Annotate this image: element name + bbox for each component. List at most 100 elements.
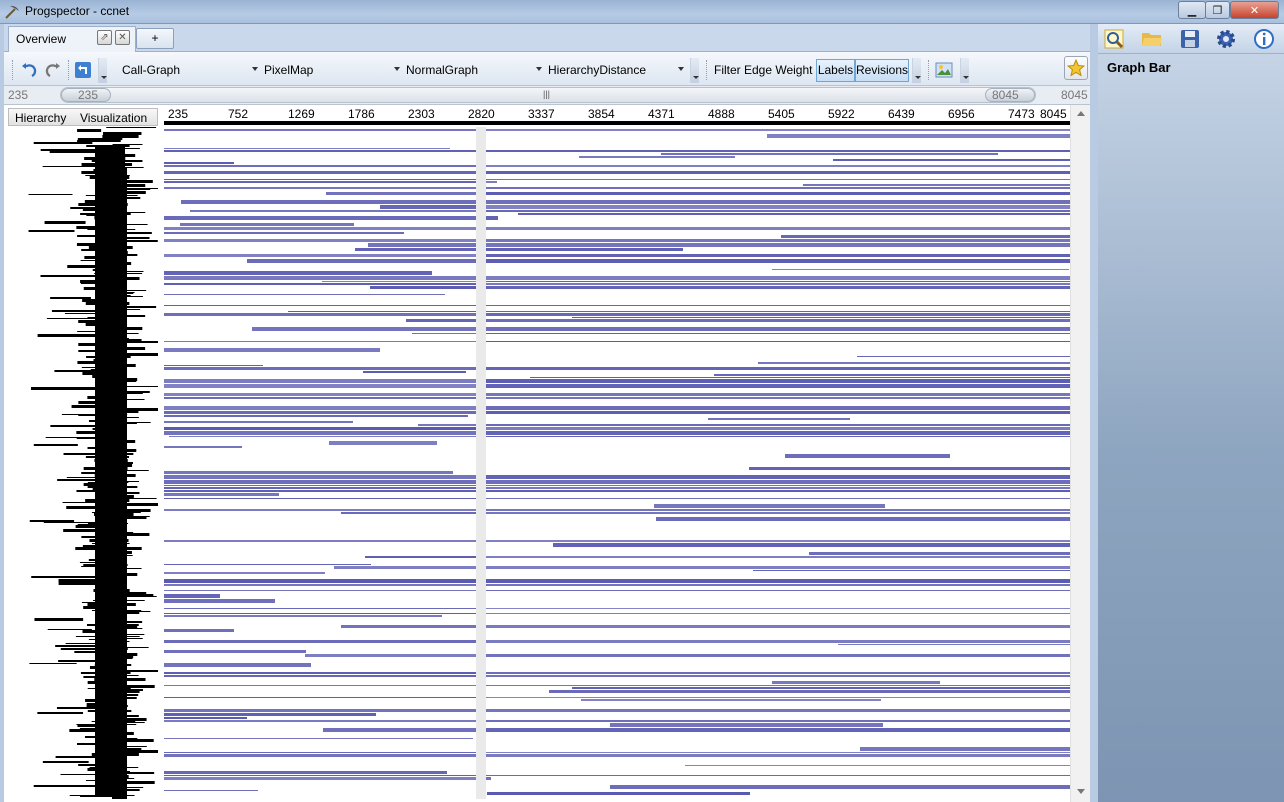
pixel-map-row[interactable] <box>164 187 476 189</box>
pixel-map-row[interactable] <box>164 608 476 609</box>
pixel-map-row[interactable] <box>833 159 1070 161</box>
pixel-map-row[interactable] <box>164 790 258 791</box>
pixel-map-row[interactable] <box>767 134 1070 138</box>
hierarchy-node[interactable] <box>47 629 92 630</box>
pixel-map-row[interactable] <box>247 259 476 263</box>
pixel-map-row[interactable] <box>530 377 1070 378</box>
toolbar-overflow-button[interactable] <box>960 58 969 83</box>
pixel-map-row[interactable] <box>412 333 476 334</box>
pixel-map-row[interactable] <box>572 317 1070 318</box>
pixel-map-row[interactable] <box>164 493 279 496</box>
save-icon[interactable] <box>1178 27 1202 51</box>
pixel-map-row[interactable] <box>164 475 476 479</box>
pixel-map-row[interactable] <box>164 367 476 370</box>
hierarchy-node[interactable] <box>102 135 139 138</box>
pixel-map-row[interactable] <box>486 709 1070 712</box>
pixel-map-row[interactable] <box>164 216 476 220</box>
pixel-map-row[interactable] <box>164 379 476 383</box>
pixel-map-row[interactable] <box>326 192 476 195</box>
pixel-map-row[interactable] <box>753 570 1070 571</box>
pixel-map-row[interactable] <box>164 771 447 774</box>
pixel-map-row[interactable] <box>486 480 1070 484</box>
vertical-scrollbar[interactable] <box>1070 105 1090 802</box>
detach-tab-icon[interactable]: ⇗ <box>97 30 112 45</box>
pixel-map-row[interactable] <box>486 566 1070 569</box>
pixel-map-row[interactable] <box>164 738 473 739</box>
hierarchy-node[interactable] <box>86 145 130 147</box>
pixel-map-row[interactable] <box>486 720 1070 722</box>
pixel-map-row[interactable] <box>164 471 453 474</box>
pixel-map-row[interactable] <box>164 181 476 183</box>
pixel-map-row[interactable] <box>486 556 1070 558</box>
pixel-map-row[interactable] <box>749 467 1070 470</box>
pixel-map-row[interactable] <box>341 625 476 628</box>
range-grip-icon[interactable]: ||| <box>543 89 550 99</box>
pixel-map-row[interactable] <box>164 572 325 574</box>
pixel-map-row[interactable] <box>370 286 476 289</box>
pixel-map-row[interactable] <box>581 699 881 701</box>
pixel-map-row[interactable] <box>610 785 1070 789</box>
pixel-map-row[interactable] <box>164 162 234 164</box>
hierarchy-tree-view[interactable] <box>8 127 162 799</box>
pixel-map-row[interactable] <box>323 728 476 732</box>
toolbar-grip[interactable] <box>12 60 15 80</box>
hierarchy-node[interactable] <box>54 370 97 372</box>
pixel-map-row[interactable] <box>486 259 1070 263</box>
pixel-map-row[interactable] <box>164 227 476 230</box>
toolbar-grip[interactable] <box>706 60 709 80</box>
pixel-map-row[interactable] <box>486 227 1070 230</box>
pixel-map-row[interactable] <box>164 487 476 489</box>
pixel-map-row[interactable] <box>486 590 1070 591</box>
pixel-map-row[interactable] <box>486 243 1070 247</box>
pixel-map-row[interactable] <box>486 129 1070 131</box>
pixel-map-row[interactable] <box>486 311 1070 312</box>
pixel-map-row[interactable] <box>486 777 491 780</box>
pixel-map-row[interactable] <box>486 276 1070 280</box>
pixel-map-row[interactable] <box>164 239 476 242</box>
hierarchy-node[interactable] <box>50 297 91 299</box>
pixel-map-row[interactable] <box>486 406 1070 410</box>
pixel-map-row[interactable] <box>857 356 1070 357</box>
pixel-map-row[interactable] <box>164 720 476 722</box>
pixel-map-row[interactable] <box>486 319 1070 322</box>
pixel-map-row[interactable] <box>380 205 476 209</box>
pixel-map-row[interactable] <box>803 184 1070 186</box>
pixel-map-row[interactable] <box>406 319 476 322</box>
redo-icon[interactable] <box>44 61 62 79</box>
pixel-map-row[interactable] <box>164 579 476 583</box>
pixel-map-row[interactable] <box>486 427 1070 430</box>
pixel-map-row[interactable] <box>486 333 1070 334</box>
pixel-map-row[interactable] <box>486 512 1070 514</box>
hierarchy-node[interactable] <box>28 194 73 195</box>
pixel-map-row[interactable] <box>164 397 476 399</box>
pixel-map-row[interactable] <box>164 283 476 285</box>
hierarchy-node[interactable] <box>33 142 93 144</box>
pixel-map-row[interactable] <box>579 156 735 158</box>
pixel-map-row[interactable] <box>486 487 1070 489</box>
pixel-map-row[interactable] <box>190 210 476 212</box>
pixel-map-row[interactable] <box>486 411 1070 414</box>
pixel-map-visualization[interactable] <box>164 127 1070 799</box>
pixel-map-row[interactable] <box>486 216 498 220</box>
pixel-map-row[interactable] <box>164 615 442 617</box>
pixel-map-row[interactable] <box>486 640 1070 643</box>
pixel-map-row[interactable] <box>486 248 683 251</box>
pixel-map-row[interactable] <box>486 179 1070 180</box>
graph-type-dropdown[interactable]: Call-Graph <box>122 63 258 79</box>
pixel-map-row[interactable] <box>486 608 1070 609</box>
pixel-map-row[interactable] <box>164 446 242 448</box>
pixel-map-row[interactable] <box>572 687 1070 689</box>
pixel-map-row[interactable] <box>486 752 1070 753</box>
pixel-map-row[interactable] <box>164 179 476 180</box>
pixel-map-row[interactable] <box>164 775 476 776</box>
pixel-map-row[interactable] <box>164 171 476 174</box>
hierarchy-node[interactable] <box>29 663 77 664</box>
pixel-map-row[interactable] <box>486 697 1070 698</box>
pixel-map-row[interactable] <box>772 269 1069 270</box>
pixel-map-row[interactable] <box>486 210 1070 212</box>
pixel-map-row[interactable] <box>486 431 1070 435</box>
scroll-up-arrow-icon[interactable] <box>1077 111 1085 116</box>
pixel-map-row[interactable] <box>181 200 476 204</box>
hierarchy-node[interactable] <box>42 761 89 763</box>
hierarchy-column-header[interactable]: Hierarchy <box>15 111 66 125</box>
